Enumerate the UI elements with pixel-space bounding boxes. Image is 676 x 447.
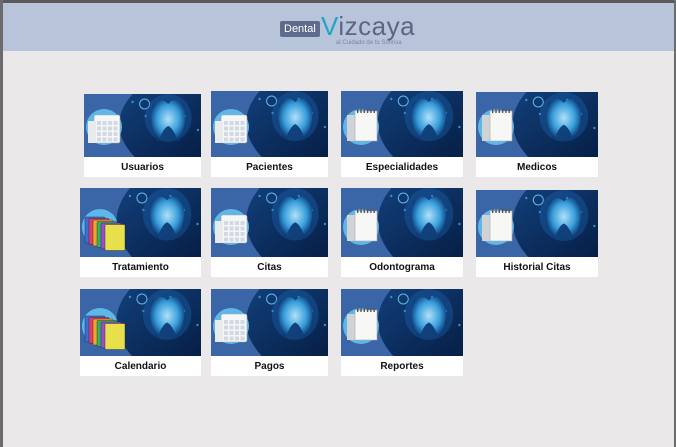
module-tile-label: Especialidades xyxy=(341,157,463,177)
module-tile-label: Tratamiento xyxy=(80,257,201,277)
module-tile-pagos[interactable]: Pagos xyxy=(211,289,328,376)
module-tile-historial-citas[interactable]: Historial Citas xyxy=(476,190,598,277)
module-tile-label: Reportes xyxy=(341,356,463,376)
module-tile-pacientes[interactable]: Pacientes xyxy=(211,91,328,177)
module-tile-calendario[interactable]: Calendario xyxy=(80,289,201,376)
logo-vizcaya-text: Vizcaya xyxy=(321,11,416,41)
module-tile-reportes[interactable]: Reportes xyxy=(341,289,463,376)
module-tile-label: Pacientes xyxy=(211,157,328,177)
logo-tagline: al Cuidado de tu Sonrisa xyxy=(336,40,402,46)
module-tile-tratamiento[interactable]: Tratamiento xyxy=(80,188,201,277)
dental-vizcaya-logo: Dental Vizcaya al Cuidado de tu Sonrisa xyxy=(279,10,416,52)
module-tile-label: Odontograma xyxy=(341,257,463,277)
app-header: Dental Vizcaya al Cuidado de tu Sonrisa xyxy=(3,3,674,51)
module-tile-especialidades[interactable]: Especialidades xyxy=(341,91,463,177)
module-tile-odontograma[interactable]: Odontograma xyxy=(341,188,463,277)
module-tile-label: Usuarios xyxy=(84,157,201,177)
window-frame-left xyxy=(0,0,3,447)
module-tile-medicos[interactable]: Medicos xyxy=(476,92,598,177)
module-tile-label: Pagos xyxy=(211,356,328,376)
module-tile-usuarios[interactable]: Usuarios xyxy=(84,94,201,177)
module-tile-label: Citas xyxy=(211,257,328,277)
module-tile-citas[interactable]: Citas xyxy=(211,188,328,277)
module-tile-label: Historial Citas xyxy=(476,257,598,277)
module-tile-label: Calendario xyxy=(80,356,201,376)
module-tile-label: Medicos xyxy=(476,157,598,177)
logo-dental-text: Dental xyxy=(280,21,320,37)
